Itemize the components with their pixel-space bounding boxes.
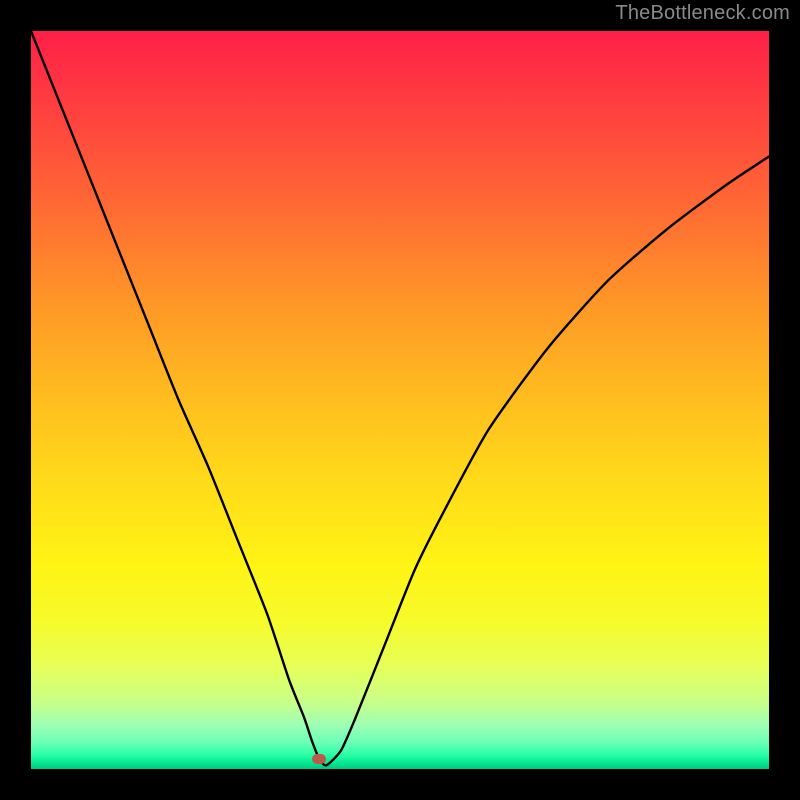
- bottleneck-marker: [312, 754, 326, 764]
- chart-frame: TheBottleneck.com: [0, 0, 800, 800]
- background-gradient: [31, 31, 769, 769]
- watermark-text: TheBottleneck.com: [615, 2, 790, 25]
- plot-area: [31, 31, 769, 769]
